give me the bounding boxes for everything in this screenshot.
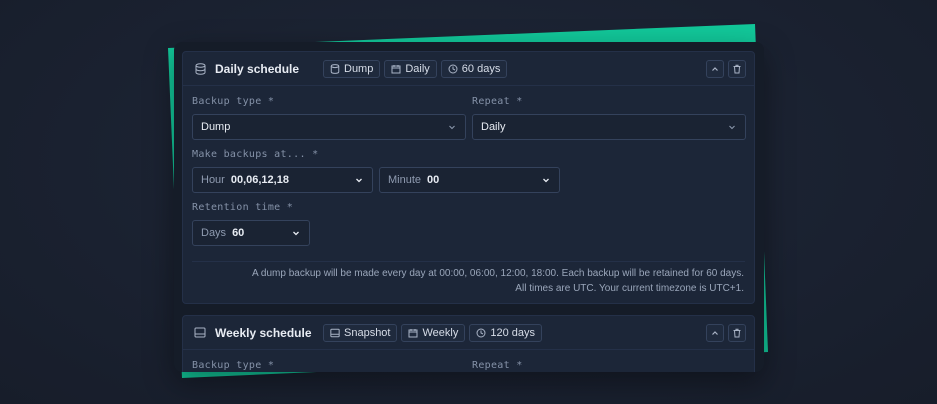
header-actions [706,324,746,342]
retention-label: Retention time * [192,202,294,213]
clock-icon [448,64,458,74]
card-header[interactable]: Weekly schedule Snapshot Weekly 120 days [183,316,754,350]
clock-icon [476,328,486,338]
chip-retention: 60 days [440,60,508,78]
chevron-up-icon [712,67,718,71]
card-title: Daily schedule [215,61,300,76]
chevron-up-icon [712,331,718,335]
make-backups-label: Make backups at... * [192,149,319,160]
chip-label: 60 days [461,63,501,75]
repeat-label: Repeat * [472,96,523,107]
select-value: Dump [201,121,231,133]
database-icon [193,62,207,76]
chip-retention: 120 days [469,324,543,342]
schedule-summary-note: A dump backup will be made every day at … [252,268,744,279]
chevron-down-icon [449,125,455,130]
select-value: Daily [481,121,506,133]
trash-icon [733,64,741,74]
header-actions [706,60,746,78]
collapse-button[interactable] [706,60,724,78]
chip-type: Snapshot [323,324,398,342]
chevron-down-icon [729,125,735,130]
backup-type-label: Backup type * [192,96,275,107]
chip-repeat: Daily [384,60,437,78]
repeat-label: Repeat * [472,360,523,371]
summary-chips: Snapshot Weekly 120 days [323,324,543,342]
daily-schedule-card: Daily schedule Dump Daily 60 days Backup… [182,51,755,304]
days-select[interactable]: Days 60 [192,220,310,246]
calendar-icon [391,64,401,74]
schedules-panel: Daily schedule Dump Daily 60 days Backup… [174,42,764,372]
days-prefix: Days [201,227,227,239]
days-value: 60 [232,227,245,239]
card-title: Weekly schedule [215,325,312,340]
drive-icon [193,326,207,340]
trash-icon [733,328,741,338]
chip-label: 120 days [490,327,536,339]
repeat-select[interactable]: Daily [472,114,746,140]
minute-value: 00 [427,174,440,186]
collapse-button[interactable] [706,324,724,342]
chevron-down-icon [293,231,299,236]
database-icon [330,64,340,74]
chip-label: Weekly [422,327,459,339]
chip-repeat: Weekly [401,324,466,342]
hour-select[interactable]: Hour 00,06,12,18 [192,167,373,193]
backup-type-select[interactable]: Dump [192,114,466,140]
chip-label: Daily [405,63,430,75]
chip-label: Dump [344,63,374,75]
hour-prefix: Hour [201,174,225,186]
chip-label: Snapshot [344,327,391,339]
timezone-note: All times are UTC. Your current timezone… [515,283,744,294]
hour-value: 00,06,12,18 [230,174,289,186]
minute-prefix: Minute [388,174,422,186]
delete-button[interactable] [728,324,746,342]
backup-type-label: Backup type * [192,360,275,371]
chip-type: Dump [323,60,381,78]
calendar-icon [408,328,418,338]
minute-select[interactable]: Minute 00 [379,167,560,193]
summary-chips: Dump Daily 60 days [323,60,508,78]
chevron-down-icon [356,178,362,183]
card-header[interactable]: Daily schedule Dump Daily 60 days [183,52,754,86]
delete-button[interactable] [728,60,746,78]
drive-icon [330,328,340,338]
chevron-down-icon [543,178,549,183]
weekly-schedule-card: Weekly schedule Snapshot Weekly 120 days [182,315,755,372]
divider [192,261,745,262]
